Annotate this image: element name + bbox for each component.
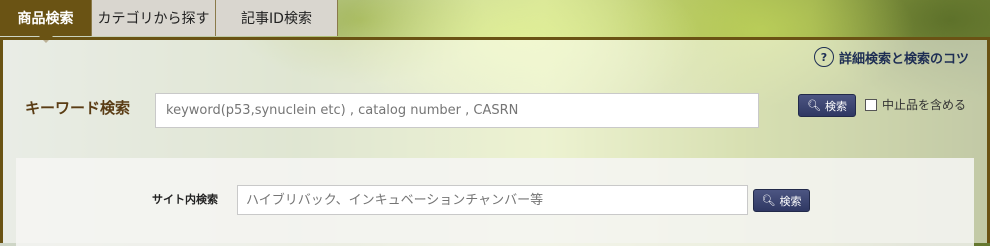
keyword-search-button-label: 検索 xyxy=(824,99,847,113)
site-search-label: サイト内検索 xyxy=(152,193,218,206)
keyword-search-button[interactable]: 🔍︎ 検索 xyxy=(798,94,856,117)
search-panel: ? 詳細検索と検索のコツ キーワード検索 🔍︎ 検索 中止品を含める サイト内検… xyxy=(0,37,990,246)
tab-category-search[interactable]: カテゴリから探す xyxy=(92,0,216,36)
include-discontinued-checkbox[interactable]: 中止品を含める xyxy=(865,96,966,113)
tab-article-id-search[interactable]: 記事ID検索 xyxy=(216,0,338,36)
search-icon: 🔍︎ xyxy=(807,99,821,112)
keyword-search-input[interactable] xyxy=(155,93,759,128)
site-search-input[interactable] xyxy=(237,185,748,215)
keyword-search-label: キーワード検索 xyxy=(25,99,131,117)
include-discontinued-label: 中止品を含める xyxy=(882,98,967,112)
search-tabs: 商品検索 カテゴリから探す 記事ID検索 xyxy=(0,0,990,43)
checkbox-box[interactable] xyxy=(865,98,877,111)
site-search-button[interactable]: 🔍︎ 検索 xyxy=(753,189,810,212)
search-tips-label: 詳細検索と検索のコツ xyxy=(838,51,969,67)
search-tips-link[interactable]: ? 詳細検索と検索のコツ xyxy=(813,47,969,67)
site-search-section: サイト内検索 🔍︎ 検索 xyxy=(16,158,974,246)
tab-product-search[interactable]: 商品検索 xyxy=(0,0,92,43)
search-icon: 🔍︎ xyxy=(761,194,776,207)
site-search-button-label: 検索 xyxy=(779,194,802,208)
help-icon: ? xyxy=(813,47,834,67)
